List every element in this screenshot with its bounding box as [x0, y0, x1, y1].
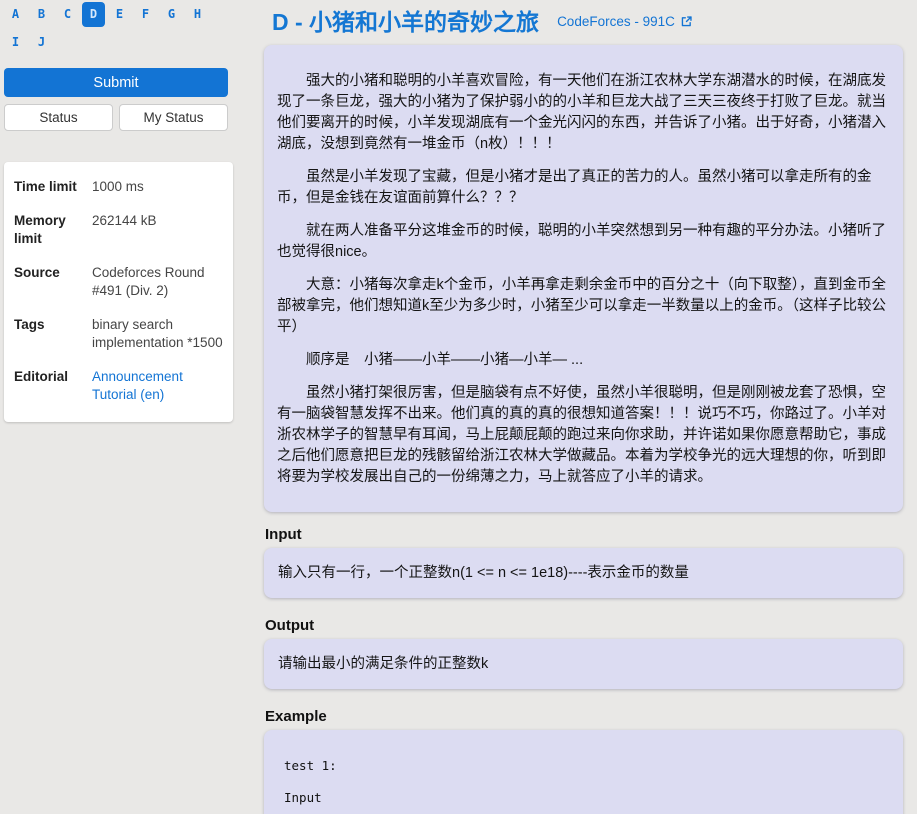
- example-content: test 1: Input 43 Output 2: [284, 758, 337, 805]
- tag-binary-search: binary search: [92, 317, 174, 332]
- source-value: Codeforces Round #491 (Div. 2): [92, 265, 205, 298]
- external-link-icon: [681, 16, 692, 27]
- problem-tab-i[interactable]: I: [4, 30, 27, 55]
- title-row: D - 小猪和小羊的奇妙之旅 CodeForces - 991C: [272, 6, 903, 35]
- editorial-links: Announcement Tutorial (en): [92, 368, 223, 404]
- problem-tab-g[interactable]: G: [160, 2, 183, 27]
- problem-tab-d[interactable]: D: [82, 2, 105, 27]
- input-spec-box: 输入只有一行，一个正整数n(1 <= n <= 1e18)----表示金币的数量: [264, 548, 903, 598]
- time-limit-row: Time limit 1000 ms: [14, 178, 223, 196]
- memory-limit-label: Memory limit: [14, 213, 66, 246]
- page-title: D - 小猪和小羊的奇妙之旅: [272, 9, 540, 35]
- output-heading: Output: [265, 617, 315, 634]
- output-spec-box: 请输出最小的满足条件的正整数k: [264, 639, 903, 689]
- page: A B C D E F G H I J Submit Status My Sta…: [0, 0, 917, 814]
- problem-tab-c[interactable]: C: [56, 2, 79, 27]
- example-heading: Example: [265, 708, 327, 725]
- description-paragraph: 就在两人准备平分这堆金币的时候，聪明的小羊突然想到另一种有趣的平分办法。小猪听了…: [277, 223, 886, 260]
- input-heading: Input: [265, 526, 302, 543]
- description-paragraph: 虽然小猪打架很厉害，但是脑袋有点不好使，虽然小羊很聪明，但是刚刚被龙套了恐惧，空…: [277, 385, 886, 485]
- problem-tab-j[interactable]: J: [30, 30, 53, 55]
- tags-label: Tags: [14, 317, 45, 332]
- tags-row: Tags binary search implementation *1500: [14, 316, 223, 352]
- tag-implementation: implementation *1500: [92, 335, 223, 350]
- problem-tab-f[interactable]: F: [134, 2, 157, 27]
- problem-tab-h[interactable]: H: [186, 2, 209, 27]
- announcement-link[interactable]: Announcement: [92, 369, 183, 384]
- description-paragraph: 大意：小猪每次拿走k个金币，小羊再拿走剩余金币中的百分之十（向下取整），直到金币…: [277, 277, 886, 335]
- tutorial-link[interactable]: Tutorial (en): [92, 387, 164, 402]
- memory-limit-value: 262144 kB: [92, 213, 157, 228]
- source-problem-link[interactable]: CodeForces - 991C: [557, 14, 693, 29]
- problem-info-card: Time limit 1000 ms Memory limit 262144 k…: [4, 162, 233, 422]
- example-box: test 1: Input 43 Output 2: [264, 730, 903, 814]
- problem-description: 强大的小猪和聪明的小羊喜欢冒险，有一天他们在浙江农林大学东湖潜水的时候，在湖底发…: [264, 45, 903, 512]
- submit-button[interactable]: Submit: [4, 68, 228, 97]
- problem-tab-a[interactable]: A: [4, 2, 27, 27]
- problem-tabs: A B C D E F G H I J: [4, 2, 214, 55]
- input-spec-text: 输入只有一行，一个正整数n(1 <= n <= 1e18)----表示金币的数量: [278, 565, 689, 581]
- time-limit-value: 1000 ms: [92, 179, 144, 194]
- status-button[interactable]: Status: [4, 104, 113, 131]
- tags-value: binary search implementation *1500: [92, 316, 223, 352]
- output-spec-text: 请输出最小的满足条件的正整数k: [278, 656, 489, 672]
- status-button-row: Status My Status: [4, 104, 228, 131]
- description-paragraph: 顺序是 小猪——小羊——小猪—小羊— ...: [306, 352, 584, 368]
- problem-main: D - 小猪和小羊的奇妙之旅 CodeForces - 991C 强大的小猪和聪…: [264, 0, 903, 814]
- editorial-label: Editorial: [14, 369, 69, 384]
- source-problem-label: CodeForces - 991C: [557, 14, 675, 29]
- description-paragraph: 强大的小猪和聪明的小羊喜欢冒险，有一天他们在浙江农林大学东湖潜水的时候，在湖底发…: [277, 73, 886, 152]
- memory-limit-row: Memory limit 262144 kB: [14, 212, 223, 248]
- my-status-button[interactable]: My Status: [119, 104, 228, 131]
- sidebar: A B C D E F G H I J Submit Status My Sta…: [0, 0, 233, 422]
- problem-tab-b[interactable]: B: [30, 2, 53, 27]
- problem-tab-e[interactable]: E: [108, 2, 131, 27]
- editorial-row: Editorial Announcement Tutorial (en): [14, 368, 223, 404]
- time-limit-label: Time limit: [14, 179, 77, 194]
- description-paragraph: 虽然是小羊发现了宝藏，但是小猪才是出了真正的苦力的人。虽然小猪可以拿走所有的金币…: [277, 169, 872, 206]
- source-label: Source: [14, 265, 60, 280]
- source-row: Source Codeforces Round #491 (Div. 2): [14, 264, 223, 300]
